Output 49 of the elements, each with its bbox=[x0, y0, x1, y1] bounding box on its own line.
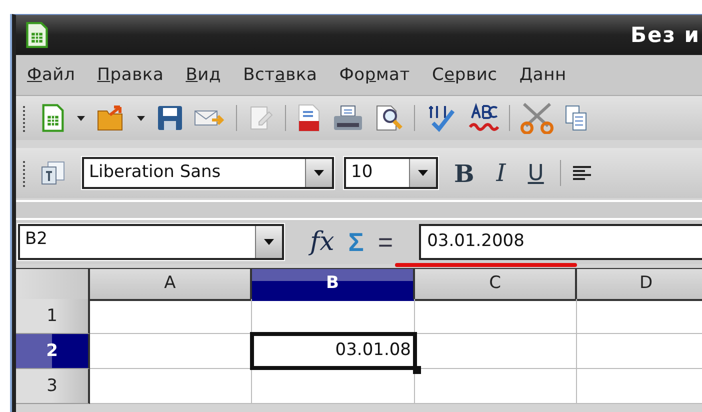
caret-icon[interactable] bbox=[313, 169, 325, 177]
formula-input[interactable]: 03.01.2008 bbox=[419, 224, 702, 260]
function-button[interactable]: = bbox=[378, 226, 394, 258]
scissors-icon[interactable] bbox=[520, 102, 554, 134]
menu-item[interactable]: Данн bbox=[508, 65, 578, 85]
copy-icon[interactable] bbox=[564, 103, 588, 133]
column-header[interactable]: B bbox=[252, 269, 415, 301]
menu-item[interactable]: Формат bbox=[328, 65, 421, 85]
new-document-icon[interactable] bbox=[40, 103, 66, 133]
save-icon[interactable] bbox=[156, 104, 184, 132]
name-box[interactable]: B2 bbox=[18, 224, 284, 260]
caret-icon[interactable] bbox=[136, 114, 146, 122]
caret-icon[interactable] bbox=[76, 114, 86, 122]
row-header[interactable]: 1 bbox=[16, 299, 90, 334]
menu-item[interactable]: Вставка bbox=[232, 65, 328, 85]
italic-button[interactable]: I bbox=[490, 159, 512, 187]
menu-item[interactable]: Правка bbox=[86, 65, 175, 85]
table-cell[interactable] bbox=[415, 369, 577, 404]
window-title: Без и bbox=[630, 23, 700, 47]
function-wizard-button[interactable]: fx bbox=[310, 227, 334, 257]
column-header[interactable]: A bbox=[90, 269, 252, 301]
menu-item[interactable]: Сервис bbox=[420, 65, 508, 85]
active-cell[interactable]: 03.01.08 bbox=[250, 332, 417, 370]
menu-item[interactable]: Файл bbox=[16, 65, 86, 85]
caret-icon[interactable] bbox=[417, 169, 429, 177]
fill-handle[interactable] bbox=[413, 366, 421, 374]
caret-icon[interactable] bbox=[263, 238, 275, 246]
font-name-combo[interactable]: Liberation Sans bbox=[82, 157, 334, 189]
menu-item[interactable]: Вид bbox=[174, 65, 232, 85]
print-preview-icon[interactable] bbox=[374, 103, 404, 133]
column-header[interactable]: C bbox=[415, 269, 577, 301]
font-size-combo[interactable]: 10 bbox=[344, 157, 438, 189]
table-cell[interactable] bbox=[415, 299, 577, 334]
printer-icon[interactable] bbox=[332, 104, 364, 132]
spreadsheet-icon bbox=[24, 21, 50, 49]
styles-icon[interactable] bbox=[40, 160, 66, 186]
underline-button[interactable]: U bbox=[522, 160, 550, 186]
align-left-icon[interactable] bbox=[570, 164, 593, 182]
autospellcheck-icon[interactable] bbox=[467, 103, 499, 133]
column-header[interactable]: D bbox=[577, 269, 702, 301]
grip-icon[interactable] bbox=[22, 158, 26, 188]
table-cell[interactable] bbox=[90, 299, 252, 334]
row-header[interactable]: 2 bbox=[16, 334, 90, 369]
bold-button[interactable]: B bbox=[448, 158, 480, 188]
grip-icon[interactable] bbox=[22, 103, 26, 133]
row-header[interactable]: 3 bbox=[16, 369, 90, 404]
select-all-corner[interactable] bbox=[16, 269, 90, 301]
pdf-icon[interactable] bbox=[296, 103, 322, 133]
table-cell[interactable] bbox=[90, 369, 252, 404]
